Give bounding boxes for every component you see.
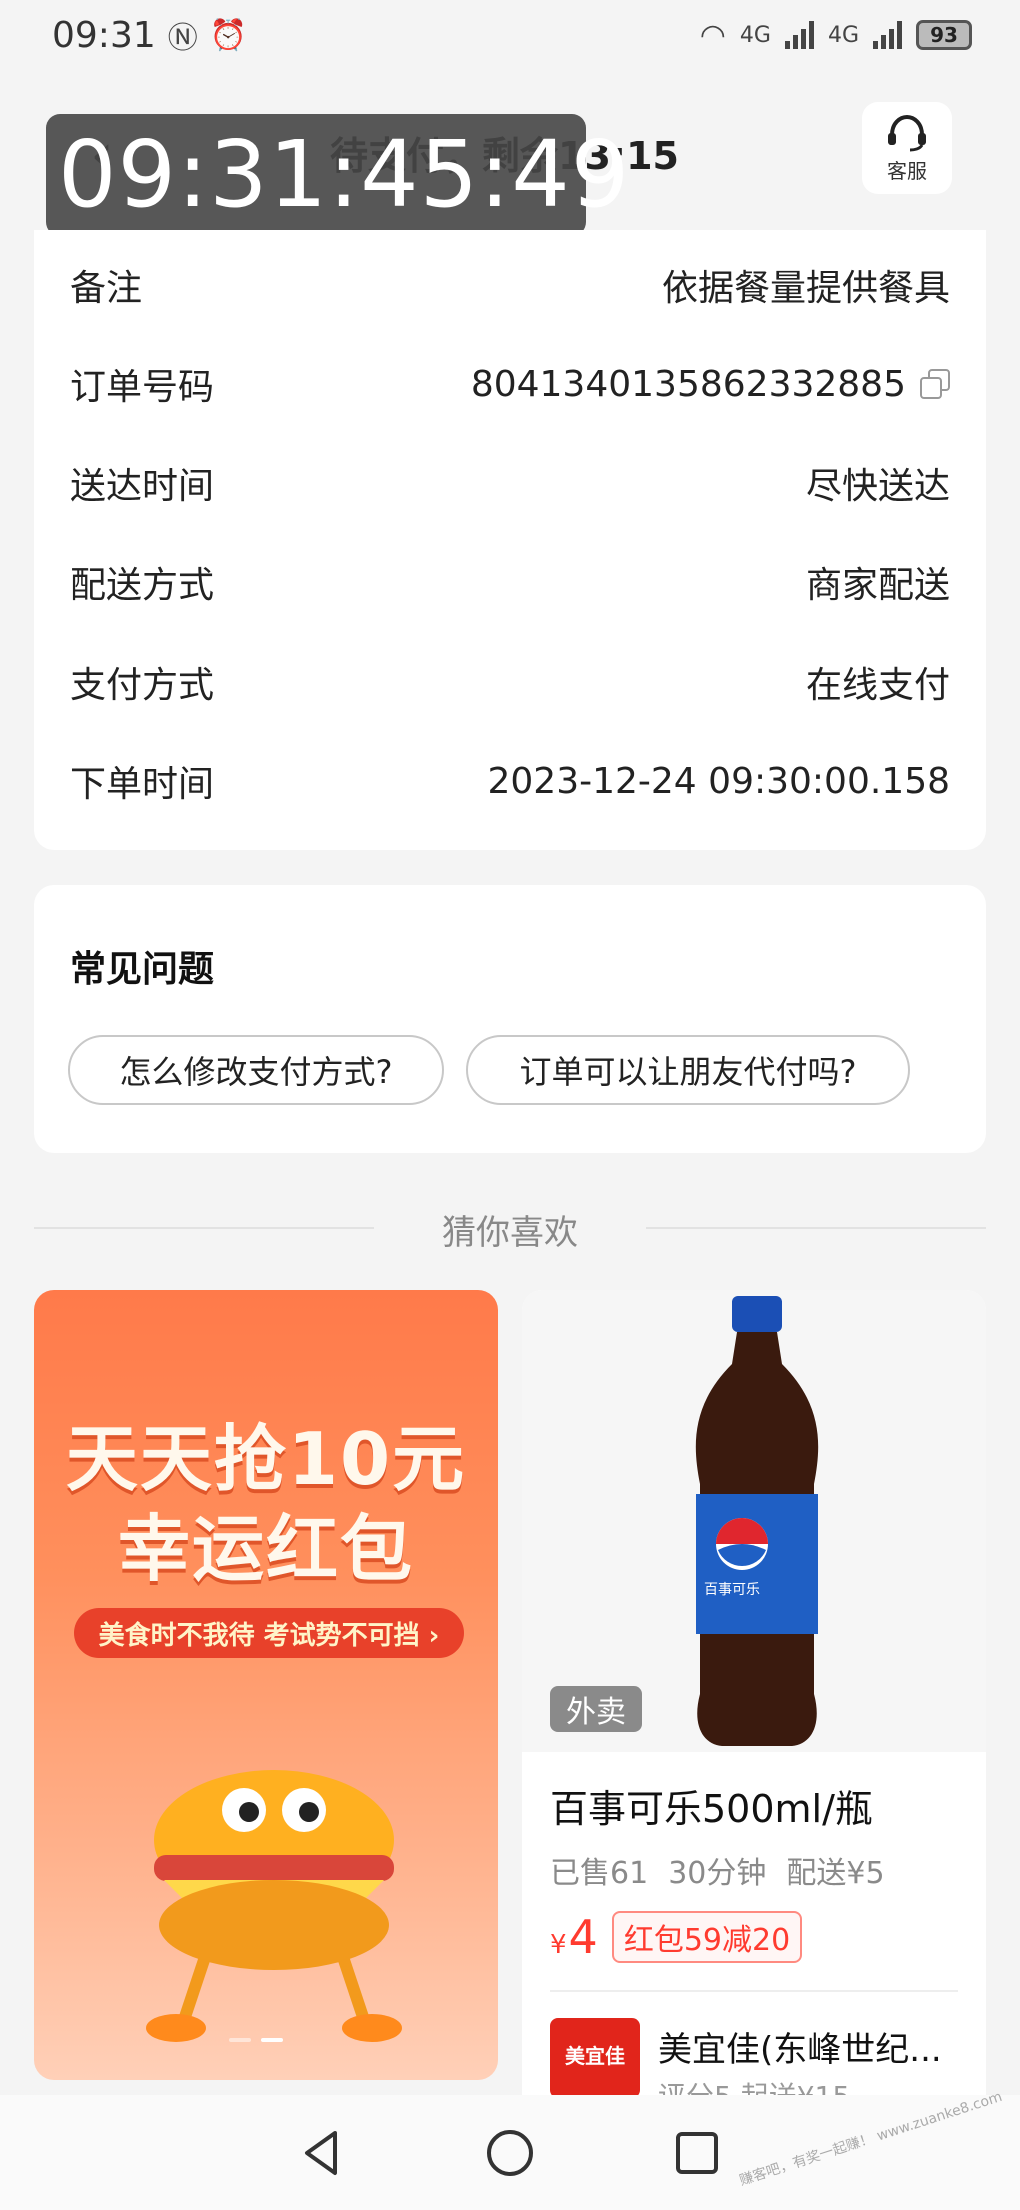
price: ¥ 4 — [550, 1910, 598, 1964]
info-row-order-time: 下单时间 2023-12-24 09:30:00.158 — [70, 751, 950, 811]
store-logo: 美宜佳 — [550, 2018, 640, 2098]
headset-icon — [888, 114, 926, 151]
promo-headline-2: 幸运红包 — [117, 1507, 414, 1591]
order-info-card: 备注 依据餐量提供餐具 订单号码 8041340135862332885 送达时… — [34, 230, 986, 850]
info-key: 备注 — [70, 268, 143, 309]
order-number: 8041340135862332885 — [470, 363, 906, 405]
price-value: 4 — [568, 1910, 598, 1964]
info-value: 在线支付 — [805, 665, 950, 706]
info-value: 依据餐量提供餐具 — [661, 268, 950, 309]
info-key: 下单时间 — [70, 764, 215, 805]
info-key: 配送方式 — [70, 565, 215, 606]
header: ‹ 待支付，剩余13:15 09:31:45:49 客服 — [0, 100, 1020, 236]
currency-symbol: ¥ — [550, 1930, 567, 1960]
status-left: 09:31 Ⓝ ⏰ — [52, 13, 247, 57]
nfc-icon: Ⓝ — [167, 21, 198, 56]
faq-chip-change-payment[interactable]: 怎么修改支付方式? — [68, 1035, 444, 1105]
burger-mascot-icon — [146, 1770, 402, 2042]
price-row: ¥ 4 红包59减20 — [550, 1910, 803, 1964]
product-meta: 已售61 30分钟 配送¥5 — [550, 1848, 885, 1892]
delivery-time: 30分钟 — [668, 1856, 767, 1891]
carousel-dots — [229, 2038, 283, 2042]
promo-slogan: 美食时不我待 考试势不可挡 › — [74, 1608, 464, 1658]
signal-icon-2 — [873, 21, 902, 49]
info-value: 尽快送达 — [805, 466, 950, 507]
timer-overlay: 09:31:45:49 — [46, 114, 629, 236]
recents-square-icon[interactable] — [671, 2127, 723, 2179]
faq-chip-friend-pay[interactable]: 订单可以让朋友代付吗? — [466, 1035, 910, 1105]
store-name: 美宜佳(东峰世纪... — [658, 2030, 942, 2070]
status-time: 09:31 — [52, 14, 156, 56]
faq-title: 常见问题 — [70, 949, 215, 990]
cola-bottle-icon: 百事可乐 — [695, 1296, 819, 1746]
recommend-label: 猜你喜欢 — [442, 1213, 578, 1253]
faq-card: 常见问题 怎么修改支付方式? 订单可以让朋友代付吗? — [34, 885, 986, 1153]
coupon-badge: 红包59减20 — [611, 1911, 803, 1963]
info-key: 支付方式 — [70, 665, 215, 706]
divider — [550, 1990, 958, 1992]
battery-icon: 93 — [916, 20, 972, 50]
info-row-delivery-method: 配送方式 商家配送 — [70, 552, 950, 612]
delivery-fee: 配送¥5 — [786, 1856, 885, 1891]
service-label: 客服 — [887, 158, 927, 183]
product-name: 百事可乐500ml/瓶 — [550, 1787, 873, 1831]
signal-icon — [784, 21, 814, 49]
info-row-note: 备注 依据餐量提供餐具 — [70, 255, 950, 315]
info-key: 订单号码 — [70, 367, 215, 408]
back-triangle-icon[interactable] — [297, 2127, 349, 2179]
status-right: ◠ 4G 4G 93 — [700, 18, 972, 53]
sold-count: 已售61 — [550, 1856, 649, 1891]
home-circle-icon[interactable] — [484, 2127, 536, 2179]
info-row-delivery-time: 送达时间 尽快送达 — [70, 453, 950, 513]
takeout-tag: 外卖 — [550, 1686, 642, 1732]
promo-banner-card[interactable]: 天天抢10元 幸运红包 美食时不我待 考试势不可挡 › — [34, 1290, 498, 2080]
alarm-icon: ⏰ — [209, 17, 248, 53]
info-value: 商家配送 — [805, 565, 950, 606]
wifi-icon: ◠ — [699, 17, 726, 53]
copy-icon[interactable] — [920, 369, 950, 399]
bottle-label: 百事可乐 — [704, 1582, 760, 1598]
info-row-payment-method: 支付方式 在线支付 — [70, 652, 950, 712]
network-label-2: 4G — [827, 22, 859, 48]
product-image: 百事可乐 外卖 — [522, 1290, 986, 1752]
customer-service-button[interactable]: 客服 — [862, 102, 952, 194]
info-key: 送达时间 — [70, 466, 215, 507]
system-nav-bar — [0, 2095, 1020, 2210]
info-row-order-number: 订单号码 8041340135862332885 — [70, 354, 950, 414]
product-card[interactable]: 百事可乐 外卖 百事可乐500ml/瓶 已售61 30分钟 配送¥5 ¥ 4 红… — [522, 1290, 986, 2100]
status-bar: 09:31 Ⓝ ⏰ ◠ 4G 4G 93 — [0, 0, 1020, 70]
network-label-1: 4G — [739, 22, 771, 48]
info-value: 2023-12-24 09:30:00.158 — [487, 760, 951, 802]
info-value-wrap: 8041340135862332885 — [471, 364, 950, 405]
